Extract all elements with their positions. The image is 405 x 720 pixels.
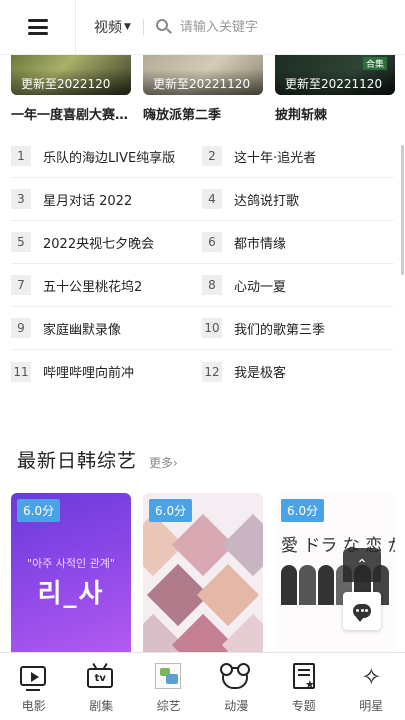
poster-caption: 更新至20221120 [275,69,395,95]
rank-title: 达鸽说打歌 [234,193,300,209]
nav-label: 剧集 [89,699,114,713]
ranking-item[interactable]: 2 这十年·追光者 [202,135,393,177]
rank-number: 11 [11,361,31,382]
rank-number: 2 [202,146,222,166]
anime-icon [220,663,251,691]
rank-number: 9 [11,318,31,338]
rank-title: 我们的歌第三季 [234,322,326,338]
score-badge: 6.0分 [149,499,193,522]
poster-title[interactable]: 一年一度喜剧大赛第二季 [11,104,131,123]
rank-number: 4 [202,189,222,209]
ranking-item[interactable]: 10 我们的歌第三季 [202,307,393,349]
ranking-row: 9 家庭幽默录像 10 我们的歌第三季 [11,307,394,350]
poster-thumbnail[interactable]: 更新至2022120 [11,55,131,95]
rank-title: 2022央视七夕晚会 [43,236,155,252]
caret-down-icon: ▼ [124,22,131,32]
rank-title: 哔哩哔哩向前冲 [43,366,135,381]
hamburger-icon [27,19,48,35]
back-to-top-button[interactable]: ⌃ [343,548,381,582]
rank-title: 五十公里桃花坞2 [43,279,143,295]
rank-title: 乐队的海边LIVE纯享版 [43,150,176,166]
category-label: 视频 [94,20,122,36]
show-card[interactable]: 6.0分 "아주 사적인 관계" 리_사 [11,493,131,653]
ranking-row: 11 哔哩哔哩向前冲 12 我是极客 [11,350,394,393]
ranking-item[interactable]: 8 心动一夏 [202,264,393,306]
nav-label: 动漫 [224,699,249,713]
nav-item-anime[interactable]: 动漫 [203,653,271,720]
search-icon [155,19,172,35]
nav-item-topic[interactable]: 专题 [270,653,338,720]
rank-title: 这十年·追光者 [234,150,317,166]
topic-icon [290,663,318,691]
movie-icon [19,663,48,691]
nav-label: 专题 [291,699,316,713]
card-text: "아주 사적인 관계" [27,557,115,570]
variety-icon [154,663,183,691]
rank-number: 1 [11,146,31,166]
nav-item-variety[interactable]: 综艺 [135,653,203,720]
chevron-up-icon: ⌃ [356,557,368,573]
chat-button[interactable] [343,592,381,630]
section-title: 最新日韩综艺 [17,450,138,472]
ranking-row: 3 星月对话 2022 4 达鸽说打歌 [11,178,394,221]
rank-number: 7 [11,275,31,295]
nav-item-series[interactable]: tv 剧集 [68,653,136,720]
rank-number: 5 [11,232,31,252]
ranking-item[interactable]: 7 五十公里桃花坞2 [11,264,202,306]
ranking-list: 1 乐队的海边LIVE纯享版 2 这十年·追光者 3 星月对话 2022 4 达… [11,135,394,393]
ranking-item[interactable]: 5 2022央视七夕晚会 [11,221,202,263]
chat-icon [353,604,371,622]
nav-label: 电影 [21,699,46,713]
tv-icon: tv [87,663,115,691]
ranking-item[interactable]: 11 哔哩哔哩向前冲 [11,350,202,393]
rank-number: 6 [202,232,222,252]
score-badge: 6.0分 [281,499,325,522]
divider [142,19,144,35]
scrollbar[interactable] [401,145,404,275]
score-badge: 6.0分 [17,499,61,522]
nav-label: 综艺 [156,699,181,713]
ranking-row: 7 五十公里桃花坞2 8 心动一夏 [11,264,394,307]
show-card[interactable]: 6.0分 [143,493,263,653]
ranking-item[interactable]: 3 星月对话 2022 [11,178,202,220]
ranking-item[interactable]: 12 我是极客 [202,350,393,393]
poster-title[interactable]: 披荆斩棘 [275,104,395,123]
ranking-row: 5 2022央视七夕晚会 6 都市情缘 [11,221,394,264]
poster-thumbnail[interactable]: 合集 更新至20221120 [275,55,395,95]
nav-item-star[interactable]: ✧ 明星 [338,653,405,720]
rank-number: 12 [202,361,222,382]
rank-title: 家庭幽默录像 [43,322,122,338]
poster-title[interactable]: 嗨放派第二季 [143,104,263,123]
top-header: 视频 ▼ [0,0,405,55]
rank-title: 我是极客 [234,366,287,381]
rank-title: 心动一夏 [234,279,287,295]
nav-label: 明星 [359,699,384,713]
menu-button[interactable] [0,0,76,55]
card-text: 리_사 [37,579,105,609]
nav-item-movie[interactable]: 电影 [0,653,68,720]
rank-number: 3 [11,189,31,209]
ranking-item[interactable]: 6 都市情缘 [202,221,393,263]
poster-row: 更新至2022120 更新至20221120 合集 更新至20221120 [11,55,395,95]
rank-title: 星月对话 2022 [43,193,133,209]
variety-cards: 6.0分 "아주 사적인 관계" 리_사 6.0分 6.0分 愛 ドラ な 恋 … [11,493,395,653]
poster-titles: 一年一度喜剧大赛第二季 嗨放派第二季 披荆斩棘 [11,104,395,123]
ranking-item[interactable]: 4 达鸽说打歌 [202,178,393,220]
star-icon: ✧ [361,663,382,691]
ranking-item[interactable]: 9 家庭幽默录像 [11,307,202,349]
poster-caption: 更新至20221120 [143,69,263,95]
search-input[interactable] [179,19,380,35]
bottom-nav: 电影 tv 剧集 综艺 动漫 专题 ✧ 明星 [0,652,405,720]
section-header: 最新日韩综艺 更多› [17,446,178,473]
rank-number: 10 [202,318,222,338]
poster-caption: 更新至2022120 [11,69,131,95]
ranking-item[interactable]: 1 乐队的海边LIVE纯享版 [11,135,202,177]
rank-title: 都市情缘 [234,236,287,252]
ranking-row: 1 乐队的海边LIVE纯享版 2 这十年·追光者 [11,135,394,178]
more-link[interactable]: 更多› [149,454,178,471]
rank-number: 8 [202,275,222,295]
category-select[interactable]: 视频 ▼ [94,17,131,37]
poster-thumbnail[interactable]: 更新至20221120 [143,55,263,95]
